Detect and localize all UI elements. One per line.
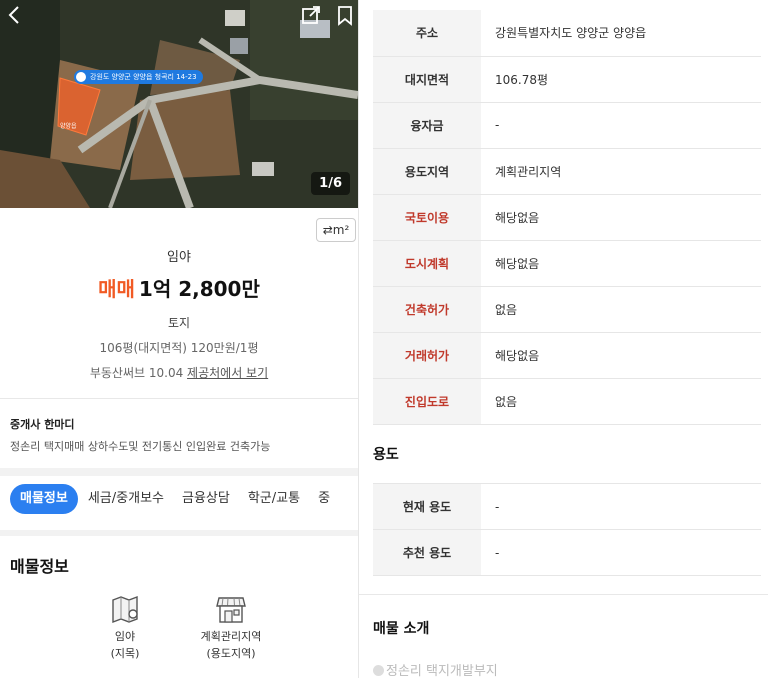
bookmark-icon[interactable] <box>334 4 356 26</box>
table-row: 현재 용도 - <box>373 483 761 530</box>
table-row: 거래허가 해당없음 <box>373 332 761 379</box>
feature-zoning: 계획관리지역 (용도지역) <box>186 594 276 662</box>
table-row: 추천 용도 - <box>373 529 761 576</box>
plot-label: 양양읍 <box>60 122 77 130</box>
property-info-table: 주소 강원특별자치도 양양군 양양읍 대지면적 106.78평 융자금 - 용도… <box>373 10 761 425</box>
tab-more[interactable]: 중 <box>310 484 338 514</box>
pin-address: 강원도 양양군 양양읍 청곡리 14-23 <box>90 73 197 81</box>
property-photo[interactable]: 양양읍 강원도 양양군 양양읍 청곡리 14-23 1/6 <box>0 0 358 208</box>
row-key: 대지면적 <box>373 56 481 103</box>
feature-value: 임야 <box>114 630 136 643</box>
share-icon[interactable] <box>300 4 322 26</box>
swap-icon: ⇄ <box>322 223 333 237</box>
agent-comment-text: 정손리 택지매매 상하수도및 전기통신 인입완료 건축가능 <box>10 440 271 453</box>
intro-title: 매물 소개 <box>373 621 430 637</box>
intro-preview-text: 정손리 택지개발부지 <box>386 664 498 678</box>
section-gap <box>0 468 358 476</box>
property-info-title: 매물정보 <box>10 557 69 576</box>
agent-comment-title: 중개사 한마디 <box>10 418 75 431</box>
right-panel: 주소 강원특별자치도 양양군 양양읍 대지면적 106.78평 융자금 - 용도… <box>358 0 768 678</box>
row-key: 주소 <box>373 10 481 57</box>
section-gap <box>0 530 358 536</box>
property-type: 토지 <box>167 316 191 330</box>
row-value: 106.78평 <box>481 56 761 103</box>
row-value: 해당없음 <box>481 240 761 287</box>
deal-type: 매매 <box>98 277 135 301</box>
unit-toggle-button[interactable]: ⇄m² <box>316 218 356 242</box>
location-pin-label: 강원도 양양군 양양읍 청곡리 14-23 <box>74 70 203 84</box>
feature-caption: (용도지역) <box>206 647 256 660</box>
row-value: 없음 <box>481 378 761 425</box>
row-value: - <box>481 483 761 530</box>
row-value: 없음 <box>481 286 761 333</box>
row-key: 진입도로 <box>373 378 481 425</box>
price-summary: 임야 매매 1억 2,800만 토지 106평(대지면적) 120만원/1평 부동… <box>0 240 358 381</box>
row-value: 해당없음 <box>481 332 761 379</box>
table-row: 도시계획 해당없음 <box>373 240 761 287</box>
land-map-icon <box>109 594 141 626</box>
area-info: 106평(대지면적) 120만원/1평 <box>99 341 259 355</box>
tab-school-transport[interactable]: 학군/교통 <box>240 484 308 514</box>
land-category: 임야 <box>167 250 191 265</box>
usage-title: 용도 <box>373 447 399 463</box>
row-key: 국토이용 <box>373 194 481 241</box>
source-row: 부동산써브 10.04 제공처에서 보기 <box>0 364 358 381</box>
table-row: 건축허가 없음 <box>373 286 761 333</box>
tab-property-info[interactable]: 매물정보 <box>10 484 78 514</box>
back-icon[interactable] <box>4 4 26 26</box>
feature-land-category: 임야 (지목) <box>80 594 170 662</box>
source-name: 부동산써브 10.04 <box>89 366 184 380</box>
usage-table: 현재 용도 - 추천 용도 - <box>373 483 761 576</box>
unit-label: m² <box>332 223 350 237</box>
feature-value: 계획관리지역 <box>200 630 262 643</box>
satellite-image: 양양읍 <box>0 0 358 208</box>
price-value: 1억 2,800만 <box>138 277 260 301</box>
feature-caption: (지목) <box>110 647 140 660</box>
row-key: 거래허가 <box>373 332 481 379</box>
row-value: - <box>481 102 761 149</box>
left-panel: 양양읍 강원도 양양군 양양읍 청곡리 14-23 1/6 ⇄m² 임야 매매 1… <box>0 0 358 678</box>
row-value: 강원특별자치도 양양군 양양읍 <box>481 10 761 57</box>
row-key: 건축허가 <box>373 286 481 333</box>
row-key: 현재 용도 <box>373 483 481 530</box>
row-value: 해당없음 <box>481 194 761 241</box>
detail-tabs: 매물정보 세금/중개보수 금융상담 학군/교통 중 <box>0 484 358 520</box>
tab-finance[interactable]: 금융상담 <box>174 484 238 514</box>
price-row: 매매 1억 2,800만 <box>0 273 358 302</box>
photo-counter: 1/6 <box>311 172 350 195</box>
table-row: 대지면적 106.78평 <box>373 56 761 103</box>
divider <box>0 398 358 399</box>
storefront-icon <box>215 594 247 626</box>
row-key: 융자금 <box>373 102 481 149</box>
bullet-icon <box>373 665 384 676</box>
table-row: 국토이용 해당없음 <box>373 194 761 241</box>
table-row: 용도지역 계획관리지역 <box>373 148 761 195</box>
row-value: 계획관리지역 <box>481 148 761 195</box>
table-row: 융자금 - <box>373 102 761 149</box>
divider <box>359 594 768 595</box>
row-key: 추천 용도 <box>373 529 481 576</box>
row-key: 도시계획 <box>373 240 481 287</box>
intro-preview: 정손리 택지개발부지 <box>373 660 498 678</box>
tab-tax-fee[interactable]: 세금/중개보수 <box>80 484 172 514</box>
view-source-link[interactable]: 제공처에서 보기 <box>187 366 268 380</box>
table-row: 주소 강원특별자치도 양양군 양양읍 <box>373 10 761 57</box>
row-key: 용도지역 <box>373 148 481 195</box>
table-row: 진입도로 없음 <box>373 378 761 425</box>
row-value: - <box>481 529 761 576</box>
location-pin-icon <box>76 72 86 82</box>
